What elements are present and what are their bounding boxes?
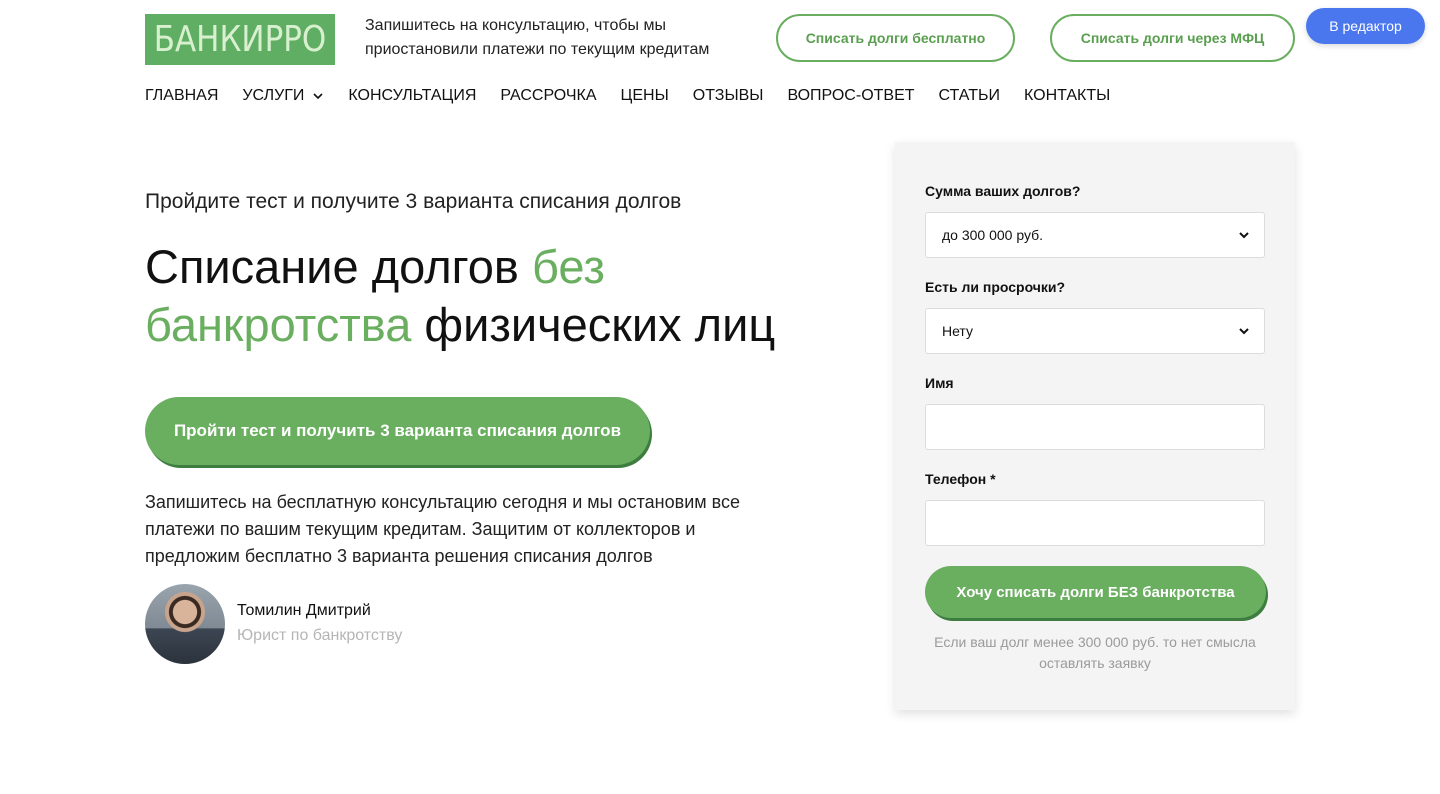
debt-amount-label: Сумма ваших долгов? xyxy=(925,183,1081,199)
name-label: Имя xyxy=(925,375,954,391)
nav-item-label: КОНСУЛЬТАЦИЯ xyxy=(348,87,477,104)
overdue-label: Есть ли просрочки? xyxy=(925,279,1066,295)
phone-label: Телефон * xyxy=(925,471,996,487)
person-name: Томилин Дмитрий xyxy=(237,602,371,619)
chevron-down-icon xyxy=(313,93,323,100)
lead-form: Сумма ваших долгов? до 300 000 руб. Есть… xyxy=(895,142,1295,710)
nav-item-articles[interactable]: СТАТЬИ xyxy=(939,87,1000,105)
form-note: Если ваш долг менее 300 000 руб. то нет … xyxy=(934,634,1256,671)
take-test-button[interactable]: Пройти тест и получить 3 варианта списан… xyxy=(145,397,650,465)
nav-item-label: РАССРОЧКА xyxy=(500,87,597,104)
nav-item-installment[interactable]: РАССРОЧКА xyxy=(500,87,596,105)
logo[interactable]: БАНКИРРО xyxy=(145,14,336,65)
hero-subtitle: Пройдите тест и получите 3 варианта спис… xyxy=(145,190,682,213)
nav-item-contacts[interactable]: КОНТАКТЫ xyxy=(1024,87,1110,105)
nav-item-label: КОНТАКТЫ xyxy=(1024,87,1111,104)
debt-amount-value: до 300 000 руб. xyxy=(942,227,1044,243)
nav-item-label: ОТЗЫВЫ xyxy=(692,87,764,104)
nav-item-label: ГЛАВНАЯ xyxy=(145,87,219,104)
write-off-free-button[interactable]: Списать долги бесплатно xyxy=(776,14,1015,62)
debt-amount-select[interactable]: до 300 000 руб. xyxy=(925,212,1265,258)
nav-item-consultation[interactable]: КОНСУЛЬТАЦИЯ xyxy=(348,87,476,105)
phone-input[interactable] xyxy=(925,500,1265,546)
chevron-down-icon xyxy=(1239,232,1249,239)
editor-button[interactable]: В редактор xyxy=(1306,8,1425,44)
chevron-down-icon xyxy=(1239,328,1249,335)
nav-item-label: УСЛУГИ xyxy=(242,87,305,104)
hero-description: Запишитесь на бесплатную консультацию се… xyxy=(145,492,740,566)
avatar xyxy=(145,584,225,664)
title-part1: Списание долгов xyxy=(145,240,532,293)
overdue-value: Нету xyxy=(942,323,974,339)
title-part2: физических лиц xyxy=(411,298,776,351)
page-title: Списание долгов без банкротства физическ… xyxy=(145,238,845,354)
nav-item-label: ЦЕНЫ xyxy=(620,87,669,104)
write-off-mfc-button[interactable]: Списать долги через МФЦ xyxy=(1050,14,1295,62)
header-tagline: Запишитесь на консультацию, чтобы мы при… xyxy=(365,17,710,58)
main-nav: ГЛАВНАЯ УСЛУГИ КОНСУЛЬТАЦИЯ РАССРОЧКА ЦЕ… xyxy=(145,85,1134,107)
overdue-select[interactable]: Нету xyxy=(925,308,1265,354)
nav-item-faq[interactable]: ВОПРОС-ОТВЕТ xyxy=(787,87,914,105)
nav-item-reviews[interactable]: ОТЗЫВЫ xyxy=(693,87,764,105)
nav-item-label: ВОПРОС-ОТВЕТ xyxy=(787,87,915,104)
nav-item-services[interactable]: УСЛУГИ xyxy=(242,87,324,105)
submit-button[interactable]: Хочу списать долги БЕЗ банкротства xyxy=(925,566,1266,618)
nav-item-home[interactable]: ГЛАВНАЯ xyxy=(145,87,218,105)
person-role: Юрист по банкротству xyxy=(237,627,403,644)
nav-item-prices[interactable]: ЦЕНЫ xyxy=(621,87,669,105)
name-input[interactable] xyxy=(925,404,1265,450)
nav-item-label: СТАТЬИ xyxy=(938,87,1000,104)
